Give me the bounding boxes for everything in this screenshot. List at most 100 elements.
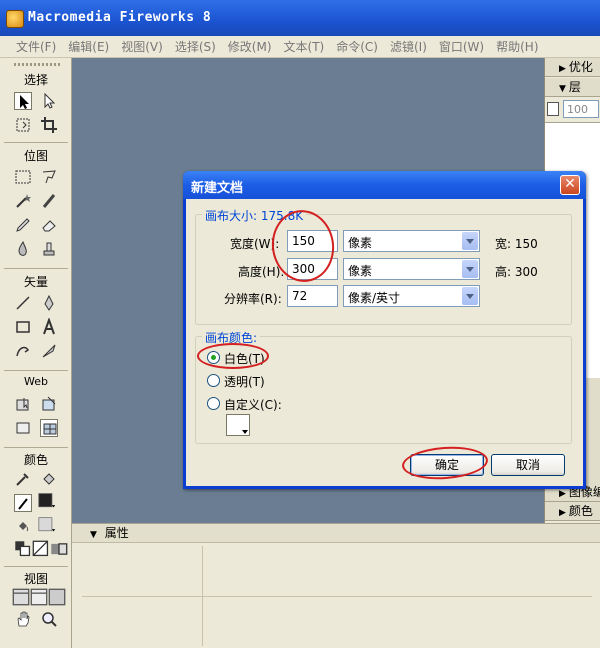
text-tool-icon[interactable] [40,318,58,336]
rectangle-tool-icon[interactable] [14,318,32,336]
custom-color-swatch[interactable] [226,414,250,436]
properties-panel: ▼ 属性 [72,523,600,648]
tools-section-select: 选择 [23,73,48,87]
pen-tool-icon[interactable] [40,294,58,312]
expand-arrow-icon: ▶ [559,489,566,499]
menu-text[interactable]: 文本(T) [278,38,331,55]
menu-edit[interactable]: 编辑(E) [62,38,115,55]
colors-panel-title: 颜色 [568,504,593,518]
width-readout: 宽: 150 [495,235,538,252]
stroke-color-swatch[interactable] [38,492,60,512]
menu-window[interactable]: 窗口(W) [433,38,490,55]
divider [4,268,68,269]
fill-color-icon[interactable] [14,518,32,536]
resolution-unit-value: 像素/英寸 [348,291,401,305]
custom-radio[interactable] [207,397,220,410]
optimize-panel-header[interactable]: ▶ 优化 [545,58,600,77]
chevron-down-icon[interactable] [462,232,478,250]
stroke-color-icon[interactable] [14,494,32,512]
resolution-input[interactable]: 72 [287,285,338,307]
hand-tool-icon[interactable] [14,610,32,628]
cancel-button[interactable]: 取消 [491,454,565,476]
crop-tool-icon[interactable] [40,116,58,134]
window-title: Macromedia Fireworks 8 [28,10,212,25]
menu-file[interactable]: 文件(F) [10,38,62,55]
transparent-radio-label[interactable]: 透明(T) [224,373,265,390]
menu-commands[interactable]: 命令(C) [330,38,384,55]
layers-panel-header[interactable]: ▼ 层 [545,78,600,97]
magic-wand-tool-icon[interactable] [14,192,32,210]
divider [82,596,592,597]
show-slices-icon[interactable] [40,419,58,437]
paint-bucket-tool-icon[interactable] [40,470,58,488]
tools-section-view: 视图 [23,572,48,586]
eraser-tool-icon[interactable] [40,216,58,234]
menu-screen-icon[interactable] [30,588,48,606]
menu-bar: 文件(F) 编辑(E) 视图(V) 选择(S) 修改(M) 文本(T) 命令(C… [0,36,600,58]
menu-view[interactable]: 视图(V) [115,38,169,55]
height-unit-select[interactable]: 像素 [343,258,480,280]
custom-radio-label[interactable]: 自定义(C): [224,396,282,413]
width-unit-value: 像素 [348,236,373,250]
zoom-tool-icon[interactable] [40,610,58,628]
lasso-tool-icon[interactable] [40,168,58,186]
scale-tool-icon[interactable] [14,116,32,134]
resolution-unit-select[interactable]: 像素/英寸 [343,285,480,307]
swap-colors-icon[interactable] [50,540,68,555]
properties-panel-header[interactable]: ▼ 属性 [72,524,600,543]
fill-color-swatch[interactable] [38,516,60,536]
opacity-field[interactable]: 100 [563,100,599,118]
width-readout-label: 宽: [495,237,512,251]
height-readout-value: 300 [514,265,538,279]
hotspot-tool-icon[interactable] [14,395,32,413]
close-icon[interactable]: ✕ [560,175,580,195]
line-tool-icon[interactable] [14,294,32,312]
brush-tool-icon[interactable] [40,192,58,210]
standard-screen-icon[interactable] [12,588,30,606]
height-unit-value: 像素 [348,264,373,278]
divider [4,142,68,143]
expand-arrow-icon: ▶ [559,508,566,518]
transparent-radio[interactable] [207,374,220,387]
dialog-title: 新建文档 [191,181,244,196]
eyedropper-tool-icon[interactable] [14,470,32,488]
new-document-dialog: 新建文档 ✕ 画布大小: 175.8K 宽度(W): 150 像素 宽: 150… [183,171,586,489]
no-color-icon[interactable] [32,540,49,557]
divider [4,447,68,448]
blur-tool-icon[interactable] [14,240,32,258]
slice-tool-icon[interactable] [40,395,58,413]
optimize-panel-title: 优化 [568,60,593,74]
panel-grip[interactable] [14,63,60,66]
height-readout-label: 高: [495,265,512,279]
chevron-down-icon[interactable] [462,287,478,305]
pointer-tool-icon[interactable] [14,92,32,110]
full-screen-icon[interactable] [48,588,66,606]
default-colors-icon[interactable] [14,540,31,557]
chevron-down-icon[interactable] [462,260,478,278]
knife-tool-icon[interactable] [40,342,58,360]
subselect-tool-icon[interactable] [40,92,58,110]
divider [4,370,68,371]
menu-help[interactable]: 帮助(H) [490,38,544,55]
menu-select[interactable]: 选择(S) [169,38,222,55]
expand-arrow-icon: ▶ [559,64,566,74]
marquee-tool-icon[interactable] [14,168,32,186]
width-unit-select[interactable]: 像素 [343,230,480,252]
menu-modify[interactable]: 修改(M) [222,38,278,55]
freeform-tool-icon[interactable] [14,342,32,360]
annotation-circle [197,343,269,369]
menu-filters[interactable]: 滤镜(I) [384,38,433,55]
layer-mode-icon[interactable] [547,102,559,116]
rubber-stamp-tool-icon[interactable] [40,240,58,258]
properties-panel-title: 属性 [104,526,129,540]
collapse-arrow-icon: ▼ [90,530,97,540]
colors-panel-header[interactable]: ▶ 颜色 [545,502,600,521]
collapse-arrow-icon: ▼ [559,84,566,94]
hide-slices-icon[interactable] [14,419,32,437]
tools-section-bitmap: 位图 [23,149,48,163]
title-bar: Macromedia Fireworks 8 [0,0,600,36]
dialog-body: 画布大小: 175.8K 宽度(W): 150 像素 宽: 150 高度(H):… [186,199,583,486]
resolution-label: 分辨率(R): [224,292,282,306]
dialog-title-bar[interactable]: 新建文档 ✕ [183,171,586,199]
pencil-tool-icon[interactable] [14,216,32,234]
